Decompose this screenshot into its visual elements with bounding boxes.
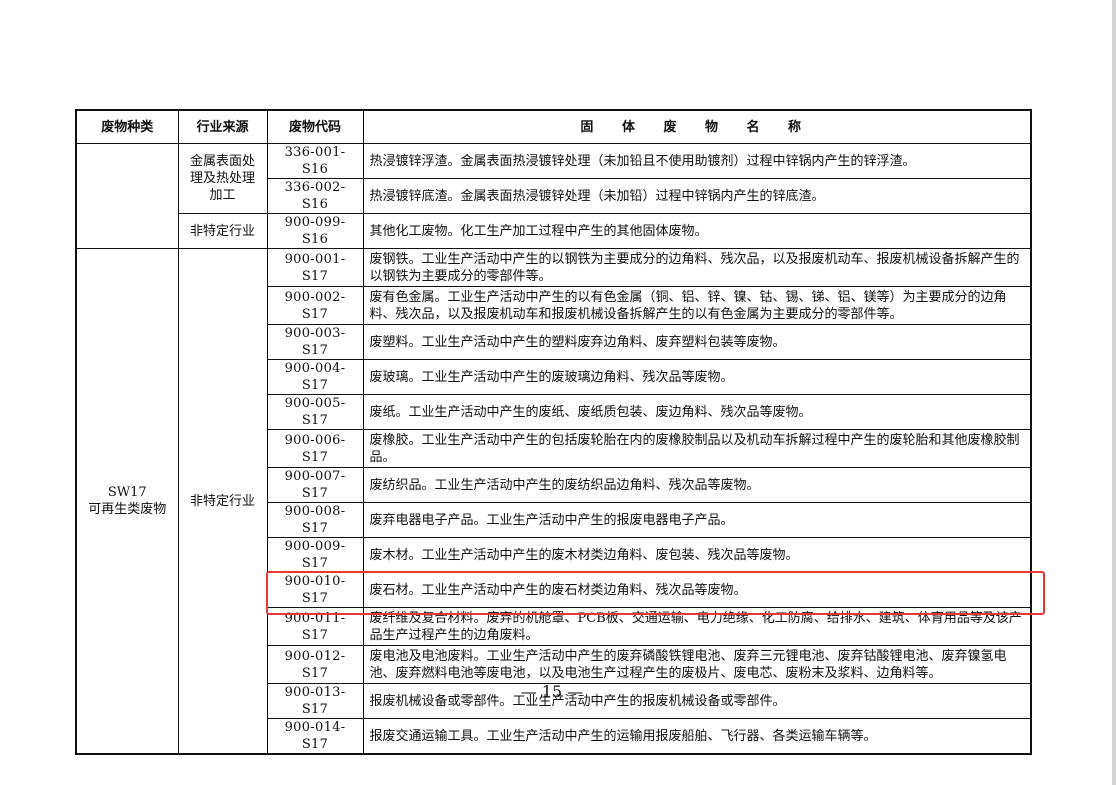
waste-code: 900-009-S17 (266, 537, 364, 573)
waste-description: 报废交通运输工具。工业生产活动中产生的运输用报废船舶、飞行器、各类运输车辆等。 (362, 718, 1032, 755)
category-cell-sw17: SW17 可再生类废物 (75, 248, 179, 755)
industry-cell: 金属表面处理及热处理加工 (177, 143, 268, 214)
header-industry: 行业来源 (177, 109, 268, 144)
table-row: 金属表面处理及热处理加工 336-001-S16 热浸镀锌浮渣。金属表面热浸镀锌… (75, 143, 1032, 249)
header-waste-name: 固 体 废 物 名 称 (362, 109, 1032, 144)
waste-description: 热浸镀锌浮渣。金属表面热浸镀锌处理（未加铅且不使用助镀剂）过程中锌锅内产生的锌浮… (362, 143, 1032, 179)
waste-code: 900-010-S17 (266, 572, 364, 608)
scrollbar[interactable] (1112, 0, 1116, 785)
page-number: — 15 — (520, 682, 584, 701)
waste-description: 废橡胶。工业生产活动中产生的包括废轮胎在内的废橡胶制品以及机动车拆解过程中产生的… (362, 429, 1032, 468)
waste-description: 废有色金属。工业生产活动中产生的以有色金属（铜、铝、锌、镍、钴、锡、锑、铝、镁等… (362, 286, 1032, 325)
waste-description: 废弃电器电子产品。工业生产活动中产生的报废电器电子产品。 (362, 502, 1032, 538)
table-row: 非特定行业 900-099-S16 其他化工废物。化工生产加工过程中产生的其他固… (76, 213, 1032, 249)
waste-code: 900-011-S17 (266, 607, 364, 646)
waste-code: 900-005-S17 (266, 394, 364, 430)
waste-description: 其他化工废物。化工生产加工过程中产生的其他固体废物。 (362, 213, 1032, 249)
industry-cell: 非特定行业 (177, 248, 268, 755)
header-code: 废物代码 (266, 109, 364, 144)
category-cell-sw16 (75, 143, 179, 249)
industry-cell: 非特定行业 (177, 213, 268, 249)
document-page: 废物种类 行业来源 废物代码 固 体 废 物 名 称 金属表面处理及热处理加工 … (0, 0, 1112, 785)
waste-code: 900-001-S17 (266, 248, 364, 287)
waste-code: 336-001-S16 (266, 143, 364, 179)
waste-code: 900-099-S16 (266, 213, 364, 249)
waste-code: 900-007-S17 (266, 467, 364, 503)
table-row: SW17 可再生类废物 非特定行业 900-001-S17 废钢铁。工业生产活动… (75, 248, 1032, 755)
waste-description: 废纸。工业生产活动中产生的废纸、废纸质包装、废边角料、残次品等废物。 (362, 394, 1032, 430)
waste-code: 900-006-S17 (266, 429, 364, 468)
waste-description: 废塑料。工业生产活动中产生的塑料废弃边角料、废弃塑料包装等废物。 (362, 324, 1032, 360)
waste-code: 900-014-S17 (266, 718, 364, 755)
waste-description: 废石材。工业生产活动中产生的废石材类边角料、残次品等废物。 (362, 572, 1032, 608)
waste-code: 900-008-S17 (266, 502, 364, 538)
waste-description: 废玻璃。工业生产活动中产生的废玻璃边角料、残次品等废物。 (362, 359, 1032, 395)
waste-code: 900-004-S17 (266, 359, 364, 395)
waste-description: 废钢铁。工业生产活动中产生的以钢铁为主要成分的边角料、残次品，以及报废机动车、报… (362, 248, 1032, 287)
table-header-row: 废物种类 行业来源 废物代码 固 体 废 物 名 称 (75, 109, 1032, 144)
waste-code: 336-002-S16 (266, 178, 364, 214)
waste-code: 900-002-S17 (266, 286, 364, 325)
waste-description: 废木材。工业生产活动中产生的废木材类边角料、废包装、残次品等废物。 (362, 537, 1032, 573)
waste-description: 废纤维及复合材料。废弃的机舱罩、PCB板、交通运输、电力绝缘、化工防腐、给排水、… (362, 607, 1032, 646)
waste-classification-table: 废物种类 行业来源 废物代码 固 体 废 物 名 称 金属表面处理及热处理加工 … (75, 109, 1032, 755)
waste-description: 热浸镀锌底渣。金属表面热浸镀锌处理（未加铅）过程中锌锅内产生的锌底渣。 (362, 178, 1032, 214)
waste-code: 900-012-S17 (266, 645, 364, 684)
waste-description: 废电池及电池废料。工业生产活动中产生的废弃磷酸铁锂电池、废弃三元锂电池、废弃钴酸… (362, 645, 1032, 684)
waste-code: 900-003-S17 (266, 324, 364, 360)
waste-description: 废纺织品。工业生产活动中产生的废纺织品边角料、残次品等废物。 (362, 467, 1032, 503)
header-category: 废物种类 (75, 109, 179, 144)
